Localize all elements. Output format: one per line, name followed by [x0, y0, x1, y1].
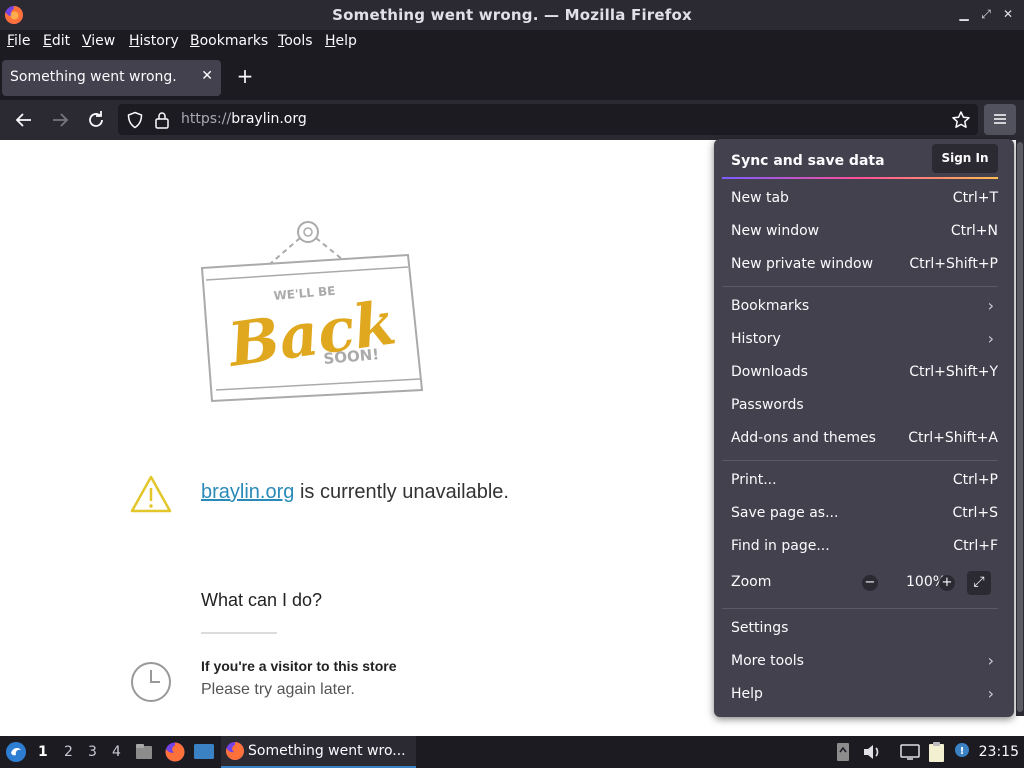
zoom-controls: − 100% + ⤢	[862, 571, 998, 595]
navigation-toolbar: https://braylin.org	[0, 100, 1024, 140]
lock-icon[interactable]	[154, 111, 170, 129]
tab-title: Something went wrong.	[10, 69, 177, 85]
firefox-launcher-icon[interactable]	[164, 741, 186, 763]
menu-separator	[722, 460, 998, 461]
notes-icon[interactable]	[927, 741, 947, 763]
unavailable-text: is currently unavailable.	[294, 481, 509, 503]
menu-bookmarks[interactable]: Bookmarks	[190, 33, 268, 49]
chevron-right-icon: ›	[987, 296, 994, 315]
tab-strip: Something went wrong. ✕ +	[0, 54, 1024, 100]
well-be-back-soon-sign: WE'LL BE Back SOON!	[200, 221, 424, 403]
sign-in-button[interactable]: Sign In	[932, 144, 998, 173]
menu-item-downloads[interactable]: Downloads Ctrl+Shift+Y	[722, 357, 998, 390]
section-divider	[201, 632, 277, 634]
taskbar-firefox-window[interactable]: Something went wro...	[221, 736, 416, 768]
desktop-icon[interactable]	[193, 742, 215, 762]
workspace-1[interactable]: 1	[38, 744, 48, 760]
menu-item-history[interactable]: History ›	[722, 324, 998, 357]
volume-icon[interactable]	[862, 743, 882, 761]
workspace-4[interactable]: 4	[112, 744, 121, 760]
chevron-right-icon: ›	[987, 329, 994, 348]
clock-icon	[131, 662, 171, 702]
hamburger-menu-icon	[994, 114, 1006, 124]
back-arrow-icon[interactable]	[12, 108, 36, 132]
page-scrollbar[interactable]	[1016, 140, 1024, 716]
zoom-in-icon[interactable]: +	[939, 575, 955, 591]
tab-close-icon[interactable]: ✕	[201, 68, 213, 84]
unavailable-notice: braylin.org is currently unavailable.	[130, 475, 630, 515]
app-menu-panel: Sync and save data Sign In New tab Ctrl+T…	[714, 139, 1014, 717]
sync-gradient-divider	[722, 177, 998, 179]
maximize-icon[interactable]: ⤢	[978, 6, 994, 22]
tab-active[interactable]: Something went wrong. ✕	[2, 60, 221, 96]
url-bar[interactable]: https://braylin.org	[118, 104, 978, 135]
update-notifier-icon[interactable]: !	[952, 741, 972, 761]
minimize-icon[interactable]: ▁	[956, 6, 972, 22]
window-title: Something went wrong. — Mozilla Firefox	[332, 6, 692, 24]
fullscreen-icon[interactable]: ⤢	[967, 571, 991, 595]
network-icon[interactable]	[900, 743, 920, 761]
visitor-heading: If you're a visitor to this store	[201, 658, 397, 674]
menu-item-addons-themes[interactable]: Add-ons and themes Ctrl+Shift+A	[722, 423, 998, 456]
menu-item-more-tools[interactable]: More tools ›	[722, 646, 998, 679]
menu-file[interactable]: File	[7, 33, 30, 49]
close-icon[interactable]: ✕	[1000, 6, 1016, 22]
warning-triangle-icon	[130, 475, 172, 513]
chevron-right-icon: ›	[987, 684, 994, 703]
menu-separator	[722, 608, 998, 609]
menu-help[interactable]: Help	[325, 33, 357, 49]
task-label: Something went wro...	[248, 743, 406, 759]
what-can-i-do-heading: What can I do?	[201, 590, 323, 610]
menu-item-save-page[interactable]: Save page as... Ctrl+S	[722, 498, 998, 531]
window-titlebar: Something went wrong. — Mozilla Firefox …	[0, 0, 1024, 30]
sync-title: Sync and save data	[731, 153, 885, 169]
menu-view[interactable]: View	[82, 33, 115, 49]
menu-item-new-window[interactable]: New window Ctrl+N	[722, 216, 998, 249]
forward-arrow-icon[interactable]	[48, 108, 72, 132]
menu-item-print[interactable]: Print... Ctrl+P	[722, 465, 998, 498]
menu-item-new-private-window[interactable]: New private window Ctrl+Shift+P	[722, 249, 998, 282]
shield-icon[interactable]	[126, 111, 144, 129]
taskbar-clock[interactable]: 23:15	[979, 744, 1019, 760]
url-text[interactable]: https://braylin.org	[181, 111, 307, 127]
firefox-task-icon	[225, 742, 244, 760]
reload-icon[interactable]	[84, 108, 108, 132]
menu-item-find-in-page[interactable]: Find in page... Ctrl+F	[722, 531, 998, 564]
scrollbar-thumb[interactable]	[1017, 142, 1023, 712]
menu-item-help[interactable]: Help ›	[722, 679, 998, 712]
menubar: File Edit View History Bookmarks Tools H…	[0, 30, 1024, 54]
desktop-taskbar: 1 2 3 4 Something went wro... ! 23:15	[0, 736, 1024, 768]
menu-item-passwords[interactable]: Passwords	[722, 390, 998, 423]
chevron-right-icon: ›	[987, 651, 994, 670]
menu-history[interactable]: History	[129, 33, 179, 49]
workspace-3[interactable]: 3	[88, 744, 97, 760]
clipboard-tray-icon[interactable]	[836, 742, 850, 762]
new-tab-plus-icon[interactable]: +	[234, 64, 256, 88]
menu-tools[interactable]: Tools	[278, 33, 313, 49]
sync-row: Sync and save data Sign In	[722, 143, 998, 179]
menu-item-zoom: Zoom − 100% + ⤢	[722, 567, 998, 600]
zoom-out-icon[interactable]: −	[862, 575, 878, 591]
menu-item-new-tab[interactable]: New tab Ctrl+T	[722, 183, 998, 216]
start-menu-icon[interactable]	[5, 741, 27, 763]
app-menu-button[interactable]	[984, 104, 1016, 135]
menu-item-bookmarks[interactable]: Bookmarks ›	[722, 291, 998, 324]
site-link[interactable]: braylin.org	[201, 481, 294, 503]
file-manager-icon[interactable]	[134, 742, 154, 762]
menu-edit[interactable]: Edit	[43, 33, 70, 49]
visitor-message: Please try again later.	[201, 681, 355, 698]
svg-text:!: !	[960, 746, 965, 757]
menu-separator	[722, 286, 998, 287]
workspace-2[interactable]: 2	[64, 744, 73, 760]
bookmark-star-icon[interactable]	[951, 110, 971, 130]
menu-item-settings[interactable]: Settings	[722, 613, 998, 646]
